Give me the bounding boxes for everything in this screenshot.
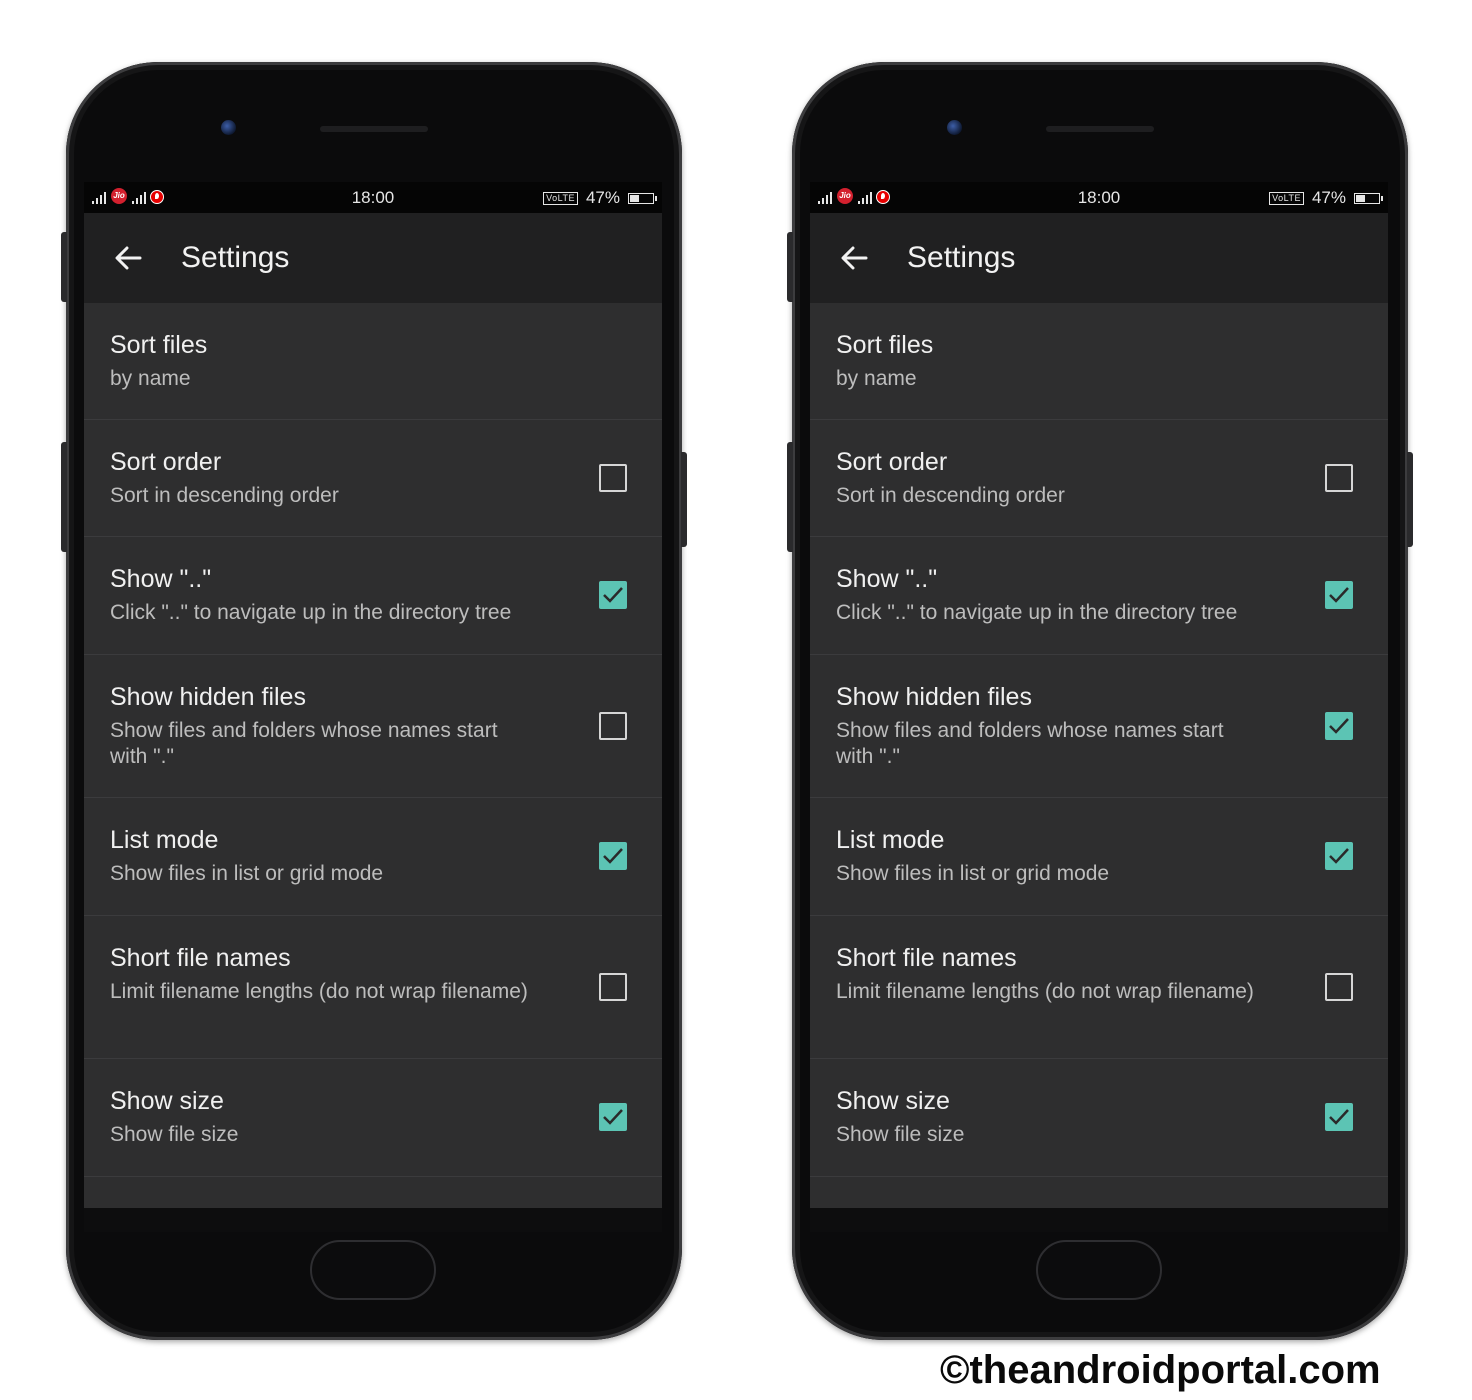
status-bar: Jio 18:00 VoLTE 47% bbox=[84, 182, 662, 213]
pref-title: Sort files bbox=[110, 331, 208, 359]
front-camera bbox=[947, 120, 962, 135]
pref-summary: by name bbox=[836, 367, 917, 390]
pref-summary: Show files in list or grid mode bbox=[836, 862, 1110, 885]
nav-bar bbox=[810, 1208, 1388, 1232]
pref-title: Sort order bbox=[110, 448, 222, 476]
pref-summary: Show files in list or grid mode bbox=[110, 862, 384, 885]
pref-show-size[interactable]: Show size Show file size bbox=[810, 1059, 1388, 1177]
pref-summary: Click ".." to navigate up in the directo… bbox=[836, 601, 1238, 624]
show-hidden-files-checkbox[interactable] bbox=[599, 712, 627, 740]
pref-show-dotdot[interactable]: Show ".." Click ".." to navigate up in t… bbox=[810, 537, 1388, 655]
checkmark-icon bbox=[1329, 1109, 1349, 1125]
show-dotdot-checkbox[interactable] bbox=[599, 581, 627, 609]
pref-title: Show hidden files bbox=[110, 683, 306, 711]
show-dotdot-checkbox[interactable] bbox=[1325, 581, 1353, 609]
pref-summary: Show file size bbox=[110, 1123, 239, 1146]
pref-show-hidden-files[interactable]: Show hidden files Show files and folders… bbox=[84, 655, 662, 798]
screen: Jio 18:00 VoLTE 47% Settings Sort files … bbox=[84, 182, 662, 1208]
pref-title: Show ".." bbox=[836, 565, 938, 593]
sort-order-checkbox[interactable] bbox=[599, 464, 627, 492]
checkmark-icon bbox=[603, 587, 623, 603]
front-camera bbox=[221, 120, 236, 135]
power-button[interactable] bbox=[681, 452, 687, 547]
checkmark-icon bbox=[603, 1109, 623, 1125]
pref-title: Sort order bbox=[836, 448, 948, 476]
pref-title: List mode bbox=[836, 826, 945, 854]
pref-summary: by name bbox=[110, 367, 191, 390]
power-button[interactable] bbox=[1407, 452, 1413, 547]
checkmark-icon bbox=[1329, 848, 1349, 864]
phone-right: Jio 18:00 VoLTE 47% Settings Sort files … bbox=[787, 62, 1413, 1340]
battery-icon bbox=[628, 192, 657, 204]
sort-order-checkbox[interactable] bbox=[1325, 464, 1353, 492]
pref-summary: Sort in descending order bbox=[836, 484, 1065, 507]
pref-summary: Limit filename lengths (do not wrap file… bbox=[110, 980, 528, 1003]
checkmark-icon bbox=[1329, 718, 1349, 734]
show-size-checkbox[interactable] bbox=[1325, 1103, 1353, 1131]
volte-badge: VoLTE bbox=[1269, 191, 1304, 205]
app-bar: Settings bbox=[84, 213, 662, 303]
pref-sort-order[interactable]: Sort order Sort in descending order bbox=[810, 420, 1388, 537]
phone-left: Jio 18:00 VoLTE 47% Settings Sort files … bbox=[61, 62, 687, 1340]
pref-short-file-names[interactable]: Short file names Limit filename lengths … bbox=[84, 916, 662, 1059]
battery-percent: 47% bbox=[1311, 188, 1346, 207]
volume-button[interactable] bbox=[61, 442, 67, 552]
mute-slider[interactable] bbox=[787, 232, 793, 302]
screen: Jio 18:00 VoLTE 47% Settings Sort files … bbox=[810, 182, 1388, 1208]
pref-title: Show size bbox=[836, 1087, 950, 1115]
pref-summary: Show file size bbox=[836, 1123, 965, 1146]
pref-show-hidden-files[interactable]: Show hidden files Show files and folders… bbox=[810, 655, 1388, 798]
volte-badge: VoLTE bbox=[543, 191, 578, 205]
pref-title: Sort files bbox=[836, 331, 934, 359]
pref-sort-order[interactable]: Sort order Sort in descending order bbox=[84, 420, 662, 537]
pref-summary: Click ".." to navigate up in the directo… bbox=[110, 601, 512, 624]
pref-title: Show size bbox=[110, 1087, 224, 1115]
pref-show-size[interactable]: Show size Show file size bbox=[84, 1059, 662, 1177]
earpiece-speaker bbox=[1046, 126, 1154, 132]
app-bar: Settings bbox=[810, 213, 1388, 303]
pref-summary: Sort in descending order bbox=[110, 484, 339, 507]
short-file-names-checkbox[interactable] bbox=[599, 973, 627, 1001]
page-title: Settings bbox=[181, 241, 290, 274]
battery-percent: 47% bbox=[585, 188, 620, 207]
pref-summary: Show files and folders whose names start… bbox=[110, 719, 498, 768]
nav-bar bbox=[84, 1208, 662, 1232]
pref-sort-files[interactable]: Sort files by name bbox=[84, 303, 662, 420]
volume-button[interactable] bbox=[787, 442, 793, 552]
arrow-back-icon[interactable] bbox=[838, 244, 870, 272]
pref-summary: Show files and folders whose names start… bbox=[836, 719, 1224, 768]
pref-title: Show hidden files bbox=[836, 683, 1032, 711]
pref-title: List mode bbox=[110, 826, 219, 854]
status-bar: Jio 18:00 VoLTE 47% bbox=[810, 182, 1388, 213]
battery-icon bbox=[1354, 192, 1383, 204]
pref-title: Show ".." bbox=[110, 565, 212, 593]
watermark: ©theandroidportal.com bbox=[940, 1348, 1381, 1392]
pref-short-file-names[interactable]: Short file names Limit filename lengths … bbox=[810, 916, 1388, 1059]
pref-list-mode[interactable]: List mode Show files in list or grid mod… bbox=[84, 798, 662, 916]
pref-sort-files[interactable]: Sort files by name bbox=[810, 303, 1388, 420]
pref-list-mode[interactable]: List mode Show files in list or grid mod… bbox=[810, 798, 1388, 916]
arrow-back-icon[interactable] bbox=[112, 244, 144, 272]
status-right: VoLTE 47% bbox=[543, 188, 657, 208]
short-file-names-checkbox[interactable] bbox=[1325, 973, 1353, 1001]
pref-show-dotdot[interactable]: Show ".." Click ".." to navigate up in t… bbox=[84, 537, 662, 655]
mute-slider[interactable] bbox=[61, 232, 67, 302]
list-mode-checkbox[interactable] bbox=[1325, 842, 1353, 870]
list-mode-checkbox[interactable] bbox=[599, 842, 627, 870]
pref-title: Short file names bbox=[836, 944, 1017, 972]
pref-summary: Limit filename lengths (do not wrap file… bbox=[836, 980, 1254, 1003]
home-button[interactable] bbox=[310, 1240, 436, 1300]
show-size-checkbox[interactable] bbox=[599, 1103, 627, 1131]
home-button[interactable] bbox=[1036, 1240, 1162, 1300]
status-right: VoLTE 47% bbox=[1269, 188, 1383, 208]
checkmark-icon bbox=[1329, 587, 1349, 603]
checkmark-icon bbox=[603, 848, 623, 864]
earpiece-speaker bbox=[320, 126, 428, 132]
page-title: Settings bbox=[907, 241, 1016, 274]
pref-title: Short file names bbox=[110, 944, 291, 972]
show-hidden-files-checkbox[interactable] bbox=[1325, 712, 1353, 740]
